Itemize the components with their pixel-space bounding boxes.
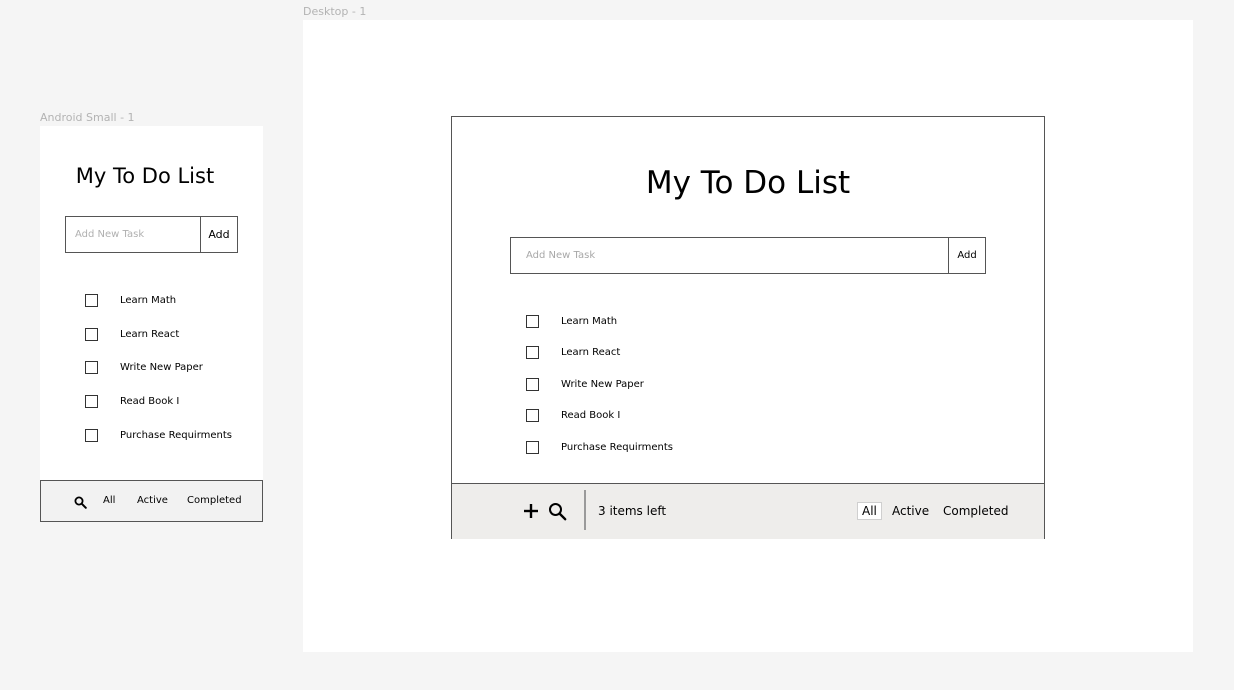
- desktop-footer-bar: 3 items left All Active Completed: [452, 483, 1044, 539]
- task-label: Purchase Requirments: [561, 441, 674, 453]
- task-checkbox[interactable]: [85, 360, 98, 374]
- filter-all[interactable]: All: [103, 495, 115, 506]
- task-item[interactable]: Write New Paper: [526, 377, 644, 391]
- filter-active[interactable]: Active: [137, 495, 168, 506]
- add-task-button[interactable]: Add: [948, 238, 985, 273]
- task-label: Learn React: [561, 346, 621, 358]
- android-frame: My To Do List Add Learn Math Learn React…: [40, 126, 263, 522]
- task-label: Write New Paper: [561, 378, 644, 390]
- add-task-form: Add: [510, 237, 986, 274]
- task-checkbox[interactable]: [85, 394, 98, 408]
- add-task-input[interactable]: [511, 238, 948, 273]
- footer-divider: [584, 490, 586, 530]
- filter-completed[interactable]: Completed: [187, 495, 242, 506]
- task-label: Write New Paper: [120, 361, 203, 373]
- task-item[interactable]: Learn Math: [85, 293, 176, 307]
- search-icon[interactable]: [74, 494, 87, 513]
- mobile-footer-bar: All Active Completed: [40, 480, 263, 522]
- desktop-frame-label: Desktop - 1: [303, 5, 367, 18]
- task-checkbox[interactable]: [526, 408, 539, 422]
- add-task-form: Add: [65, 216, 238, 253]
- add-task-button[interactable]: Add: [200, 217, 237, 252]
- task-label: Learn Math: [561, 315, 618, 327]
- task-checkbox[interactable]: [526, 377, 539, 391]
- task-item[interactable]: Learn React: [526, 345, 620, 359]
- filter-completed[interactable]: Completed: [943, 504, 1008, 518]
- page-title: My To Do List: [645, 165, 851, 201]
- filter-all[interactable]: All: [857, 502, 882, 520]
- task-label: Read Book I: [120, 395, 180, 407]
- task-label: Purchase Requirments: [120, 429, 233, 441]
- task-checkbox[interactable]: [526, 440, 539, 454]
- task-checkbox[interactable]: [85, 293, 98, 307]
- task-checkbox[interactable]: [526, 345, 539, 359]
- task-item[interactable]: Read Book I: [526, 408, 620, 422]
- android-frame-label: Android Small - 1: [40, 111, 135, 124]
- task-item[interactable]: Purchase Requirments: [85, 428, 232, 442]
- task-item[interactable]: Write New Paper: [85, 360, 203, 374]
- add-task-input[interactable]: [66, 217, 200, 252]
- filter-active[interactable]: Active: [892, 504, 929, 518]
- task-checkbox[interactable]: [85, 428, 98, 442]
- task-checkbox[interactable]: [526, 314, 539, 328]
- search-icon[interactable]: [548, 502, 567, 525]
- items-left-count: 3 items left: [598, 504, 667, 518]
- task-label: Read Book I: [561, 409, 621, 421]
- task-label: Learn React: [120, 328, 180, 340]
- task-label: Learn Math: [120, 294, 177, 306]
- task-checkbox[interactable]: [85, 327, 98, 341]
- page-title: My To Do List: [75, 164, 215, 188]
- task-item[interactable]: Learn React: [85, 327, 179, 341]
- todo-app-window: My To Do List Add Learn Math Learn React…: [451, 116, 1045, 539]
- task-item[interactable]: Read Book I: [85, 394, 179, 408]
- task-item[interactable]: Purchase Requirments: [526, 440, 673, 454]
- plus-icon[interactable]: [522, 502, 540, 524]
- task-item[interactable]: Learn Math: [526, 314, 617, 328]
